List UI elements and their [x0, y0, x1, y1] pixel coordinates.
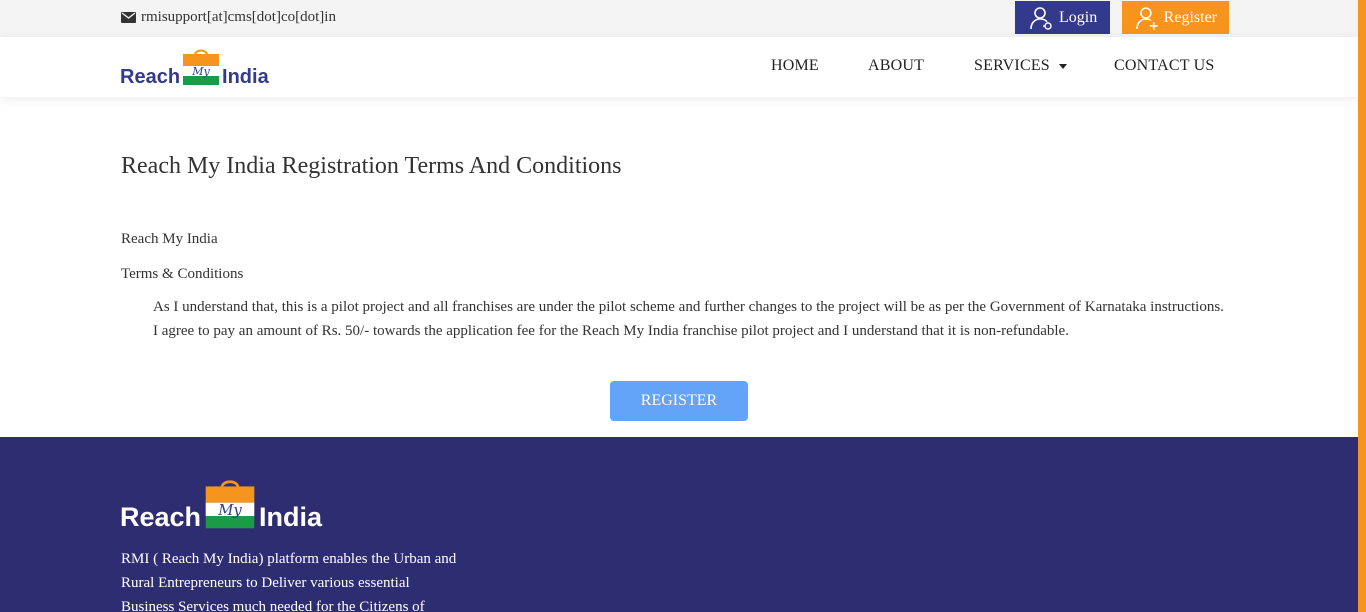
- register-button[interactable]: REGISTER: [610, 381, 748, 421]
- footer-logo-word-my: My: [217, 501, 242, 519]
- nav-services-dropdown[interactable]: SERVICES: [974, 57, 1067, 75]
- page-scrollbar[interactable]: [1358, 0, 1366, 612]
- logo-word-reach: Reach: [120, 66, 181, 88]
- org-name: Reach My India: [121, 231, 218, 247]
- footer-shopping-bag-logo-icon: My: [205, 480, 255, 529]
- brand-logo[interactable]: Reach My India: [120, 47, 269, 87]
- footer-description: RMI ( Reach My India) platform enables t…: [121, 551, 457, 612]
- terms-heading: Terms & Conditions: [121, 266, 244, 282]
- page-title: Reach My India Registration Terms And Co…: [121, 153, 622, 179]
- support-email: rmisupport[at]cms[dot]co[dot]in: [121, 9, 336, 26]
- main-navbar: Reach My India HOME ABOUT SERVICES CONTA…: [0, 37, 1358, 97]
- register-top-button[interactable]: Register: [1122, 1, 1229, 34]
- support-email-text: rmisupport[at]cms[dot]co[dot]in: [141, 9, 336, 25]
- nav-services-label: SERVICES: [974, 57, 1050, 74]
- terms-item: As I understand that, this is a pilot pr…: [153, 299, 1224, 315]
- terms-item: I agree to pay an amount of Rs. 50/- tow…: [153, 323, 1069, 339]
- logo-word-india: India: [222, 66, 269, 88]
- caret-down-icon: [1058, 63, 1067, 69]
- nav-contact[interactable]: CONTACT US: [1114, 57, 1214, 75]
- login-button[interactable]: Login: [1015, 1, 1110, 34]
- user-login-icon: [1030, 6, 1052, 30]
- top-bar: rmisupport[at]cms[dot]co[dot]in Login Re…: [0, 0, 1358, 37]
- terms-list: As I understand that, this is a pilot pr…: [153, 295, 1228, 343]
- footer-logo[interactable]: Reach My India: [120, 477, 322, 531]
- shopping-bag-logo-icon: My: [183, 49, 220, 85]
- envelope-icon: [121, 12, 136, 23]
- logo-word-my: My: [191, 65, 210, 78]
- footer-logo-word-india: India: [259, 502, 323, 532]
- register-top-label: Register: [1163, 8, 1217, 26]
- footer: Reach My India RMI ( Reach My India) pla…: [0, 437, 1358, 612]
- user-add-icon: [1136, 6, 1158, 30]
- nav-about[interactable]: ABOUT: [868, 57, 924, 75]
- footer-logo-word-reach: Reach: [120, 502, 202, 532]
- login-label: Login: [1059, 8, 1098, 26]
- nav-home[interactable]: HOME: [771, 57, 819, 75]
